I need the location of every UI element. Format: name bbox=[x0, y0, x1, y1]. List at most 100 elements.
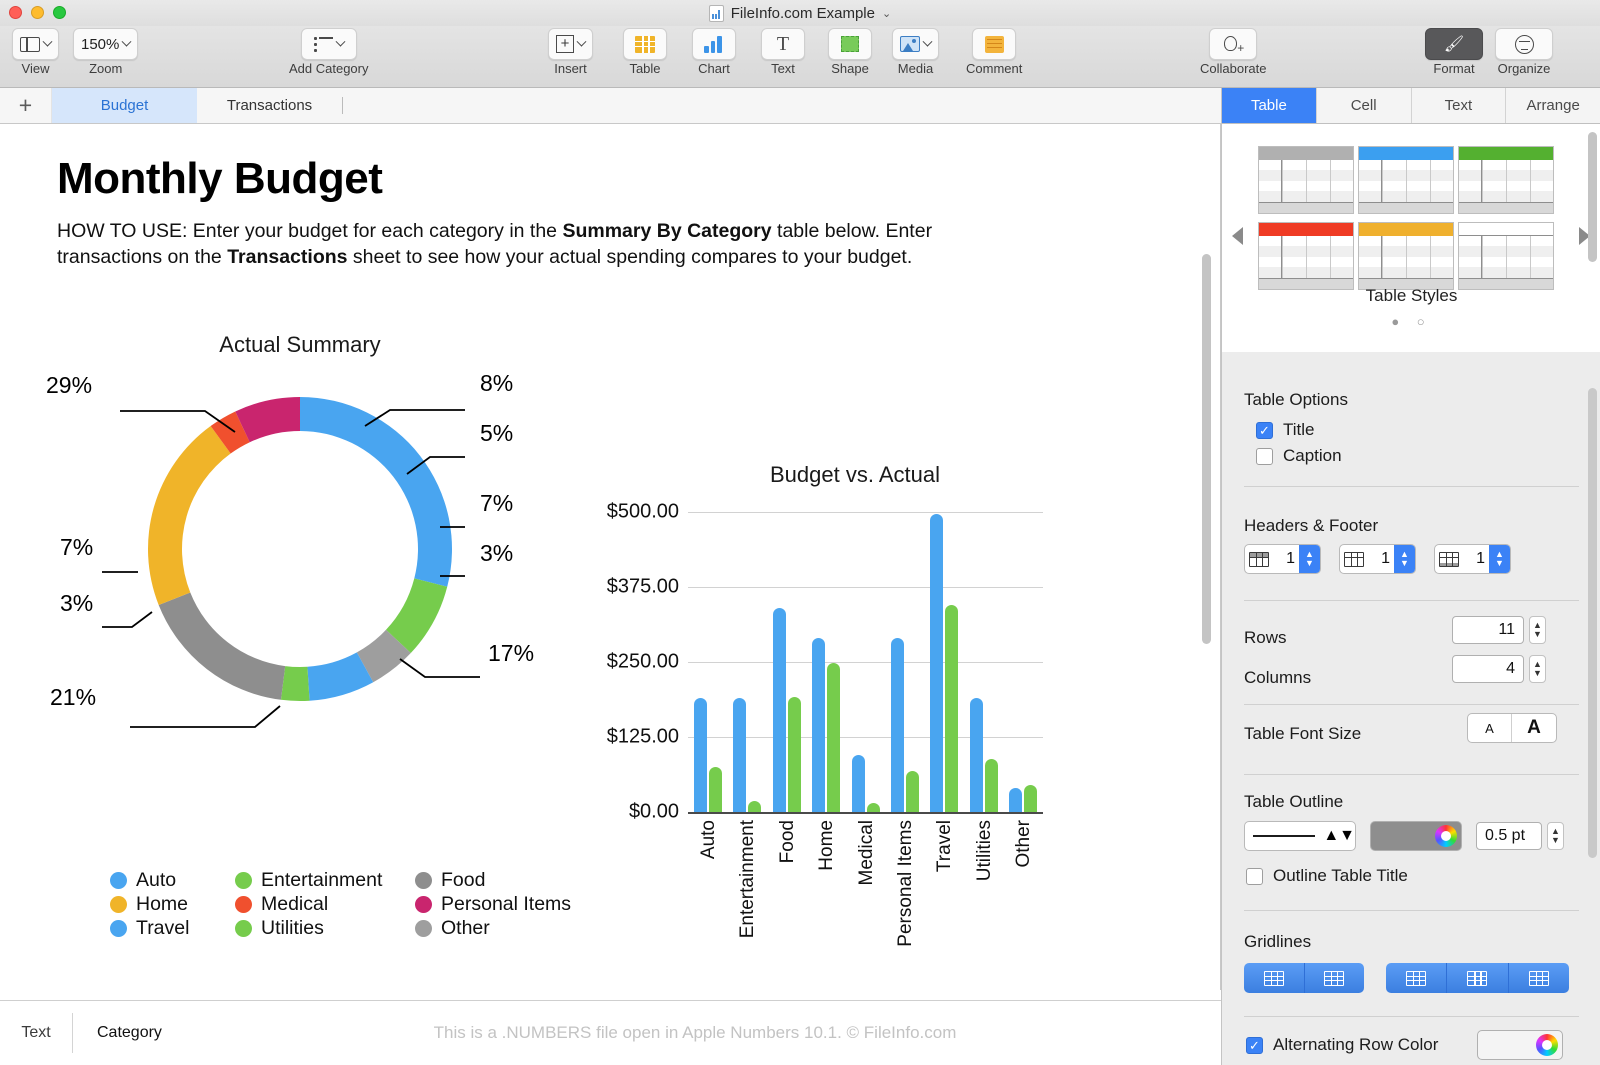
comment-button[interactable] bbox=[972, 28, 1016, 60]
outline-style-arrows[interactable]: ▲▼ bbox=[1323, 827, 1355, 845]
gridlines-controls bbox=[1244, 963, 1569, 993]
font-size-small-button[interactable]: A bbox=[1468, 714, 1512, 742]
bar-actual bbox=[945, 605, 958, 812]
gridline-h-button-2[interactable] bbox=[1305, 963, 1365, 993]
format-icon: 🖌 bbox=[1445, 35, 1463, 53]
header-rows-stepper[interactable]: 1 ▲▼ bbox=[1244, 544, 1321, 574]
header-columns-stepper-arrows[interactable]: ▲▼ bbox=[1394, 544, 1415, 574]
rows-input[interactable]: 11 bbox=[1452, 616, 1524, 644]
gridline-h-button-1[interactable] bbox=[1244, 963, 1305, 993]
checkbox-title[interactable]: ✓ bbox=[1256, 422, 1273, 439]
style-header-band bbox=[1359, 147, 1453, 160]
table-style-thumbnail[interactable] bbox=[1458, 222, 1554, 290]
chart-button[interactable] bbox=[692, 28, 736, 60]
actual-summary-chart[interactable]: Actual Summary 29% 8% 5% 7% 3% 17% 21% 3… bbox=[40, 332, 560, 812]
legend-color-dot bbox=[235, 872, 252, 889]
tab-arrange[interactable]: Arrange bbox=[1506, 88, 1600, 123]
gridlines-heading: Gridlines bbox=[1244, 932, 1311, 952]
columns-input[interactable]: 4 bbox=[1452, 655, 1524, 683]
title-checkbox-row[interactable]: ✓ Title bbox=[1256, 420, 1315, 440]
alternating-row-color-swatch[interactable] bbox=[1477, 1030, 1563, 1060]
outline-table-title-row[interactable]: Outline Table Title bbox=[1246, 866, 1408, 886]
columns-spinner[interactable]: ▲▼ bbox=[1529, 655, 1546, 683]
checkbox-caption[interactable] bbox=[1256, 448, 1273, 465]
footer-rows-value: 1 bbox=[1463, 550, 1489, 568]
rows-field-group[interactable]: 11 ▲▼ bbox=[1452, 616, 1546, 644]
header-rows-stepper-arrows[interactable]: ▲▼ bbox=[1299, 544, 1320, 574]
media-icon bbox=[900, 36, 920, 52]
spreadsheet-canvas[interactable]: Monthly Budget HOW TO USE: Enter your bu… bbox=[0, 124, 1221, 990]
toolbar-group-format: 🖌 Format bbox=[1425, 28, 1483, 76]
table-style-thumbnail[interactable] bbox=[1258, 146, 1354, 214]
document-title[interactable]: FileInfo.com Example ⌄ bbox=[0, 0, 1600, 26]
header-columns-stepper[interactable]: 1 ▲▼ bbox=[1339, 544, 1416, 574]
shape-label: Shape bbox=[831, 62, 869, 76]
gridline-v-button-2[interactable] bbox=[1447, 963, 1508, 993]
organize-button[interactable] bbox=[1495, 28, 1553, 60]
rows-spinner[interactable]: ▲▼ bbox=[1529, 616, 1546, 644]
style-divider-line bbox=[1281, 160, 1282, 202]
sheet-tab-transactions[interactable]: Transactions bbox=[197, 88, 342, 123]
text-button[interactable]: T bbox=[761, 28, 805, 60]
footer-rows-stepper-arrows[interactable]: ▲▼ bbox=[1489, 544, 1510, 574]
styles-prev-arrow-icon[interactable] bbox=[1232, 227, 1243, 245]
color-wheel-icon[interactable] bbox=[1536, 1034, 1558, 1056]
outline-line-preview bbox=[1253, 835, 1315, 837]
styles-page-dots[interactable]: ● ○ bbox=[1222, 314, 1600, 329]
style-header-band bbox=[1459, 147, 1553, 160]
table-style-thumbnail[interactable] bbox=[1358, 146, 1454, 214]
gridlines-group-horizontal[interactable] bbox=[1244, 963, 1364, 993]
outline-width-spinner[interactable]: ▲▼ bbox=[1547, 822, 1564, 850]
document-title-text: FileInfo.com Example bbox=[731, 5, 875, 22]
footer-rows-stepper[interactable]: 1 ▲▼ bbox=[1434, 544, 1511, 574]
tab-text[interactable]: Text bbox=[1412, 88, 1507, 123]
donut-label-3r: 3% bbox=[480, 540, 513, 567]
outline-style-select[interactable]: ▲▼ bbox=[1244, 821, 1356, 851]
add-category-button[interactable] bbox=[301, 28, 357, 60]
vertical-scrollbar-thumb[interactable] bbox=[1202, 254, 1211, 644]
outline-color-swatch[interactable] bbox=[1370, 821, 1462, 851]
toolbar-group-text: T Text bbox=[761, 28, 805, 76]
checkbox-alternating-row-color[interactable]: ✓ bbox=[1246, 1037, 1263, 1054]
table-style-thumbnail[interactable] bbox=[1358, 222, 1454, 290]
columns-field-group[interactable]: 4 ▲▼ bbox=[1452, 655, 1546, 683]
shape-button[interactable] bbox=[828, 28, 872, 60]
outline-width-input[interactable]: 0.5 pt bbox=[1476, 822, 1542, 850]
chevron-down-icon bbox=[577, 36, 587, 46]
grid-icon bbox=[1324, 971, 1344, 986]
zoom-button[interactable]: 150% bbox=[73, 28, 138, 60]
color-wheel-icon[interactable] bbox=[1435, 825, 1457, 847]
inspector-scrollbar-thumb[interactable] bbox=[1588, 388, 1597, 858]
alternating-row-color-row[interactable]: ✓ Alternating Row Color bbox=[1246, 1035, 1438, 1055]
sheet-tab-budget[interactable]: Budget bbox=[52, 88, 197, 123]
insert-button[interactable] bbox=[548, 28, 593, 60]
tab-table[interactable]: Table bbox=[1222, 88, 1317, 123]
table-button[interactable] bbox=[623, 28, 667, 60]
legend-label: Travel bbox=[136, 917, 189, 940]
caption-checkbox-row[interactable]: Caption bbox=[1256, 446, 1342, 466]
checkbox-outline-table-title[interactable] bbox=[1246, 868, 1263, 885]
gridline-v-button-3[interactable] bbox=[1509, 963, 1569, 993]
bar-actual bbox=[985, 759, 998, 812]
chevron-down-icon[interactable]: ⌄ bbox=[882, 7, 891, 20]
font-size-large-button[interactable]: A bbox=[1512, 714, 1556, 742]
media-button[interactable] bbox=[892, 28, 939, 60]
collaborate-button[interactable] bbox=[1209, 28, 1257, 60]
donut-leader-line bbox=[130, 706, 280, 727]
gridline-v-button-1[interactable] bbox=[1386, 963, 1447, 993]
table-outline-heading: Table Outline bbox=[1244, 792, 1343, 812]
style-columns bbox=[1359, 160, 1453, 202]
budget-vs-actual-chart[interactable]: Budget vs. Actual $500.00$375.00$250.00$… bbox=[575, 454, 1075, 990]
table-label: Table bbox=[629, 62, 660, 76]
style-footer-band bbox=[1259, 202, 1353, 213]
add-sheet-button[interactable]: + bbox=[0, 88, 52, 123]
format-button[interactable]: 🖌 bbox=[1425, 28, 1483, 60]
table-font-size-segmented[interactable]: A A bbox=[1467, 713, 1557, 743]
tab-cell[interactable]: Cell bbox=[1317, 88, 1412, 123]
table-style-thumbnail[interactable] bbox=[1458, 146, 1554, 214]
gridlines-group-vertical[interactable] bbox=[1386, 963, 1569, 993]
x-axis-tick-label: Travel bbox=[934, 820, 956, 872]
table-style-thumbnail[interactable] bbox=[1258, 222, 1354, 290]
inspector-scrollbar-thumb-top[interactable] bbox=[1588, 132, 1597, 262]
view-button[interactable] bbox=[12, 28, 59, 60]
